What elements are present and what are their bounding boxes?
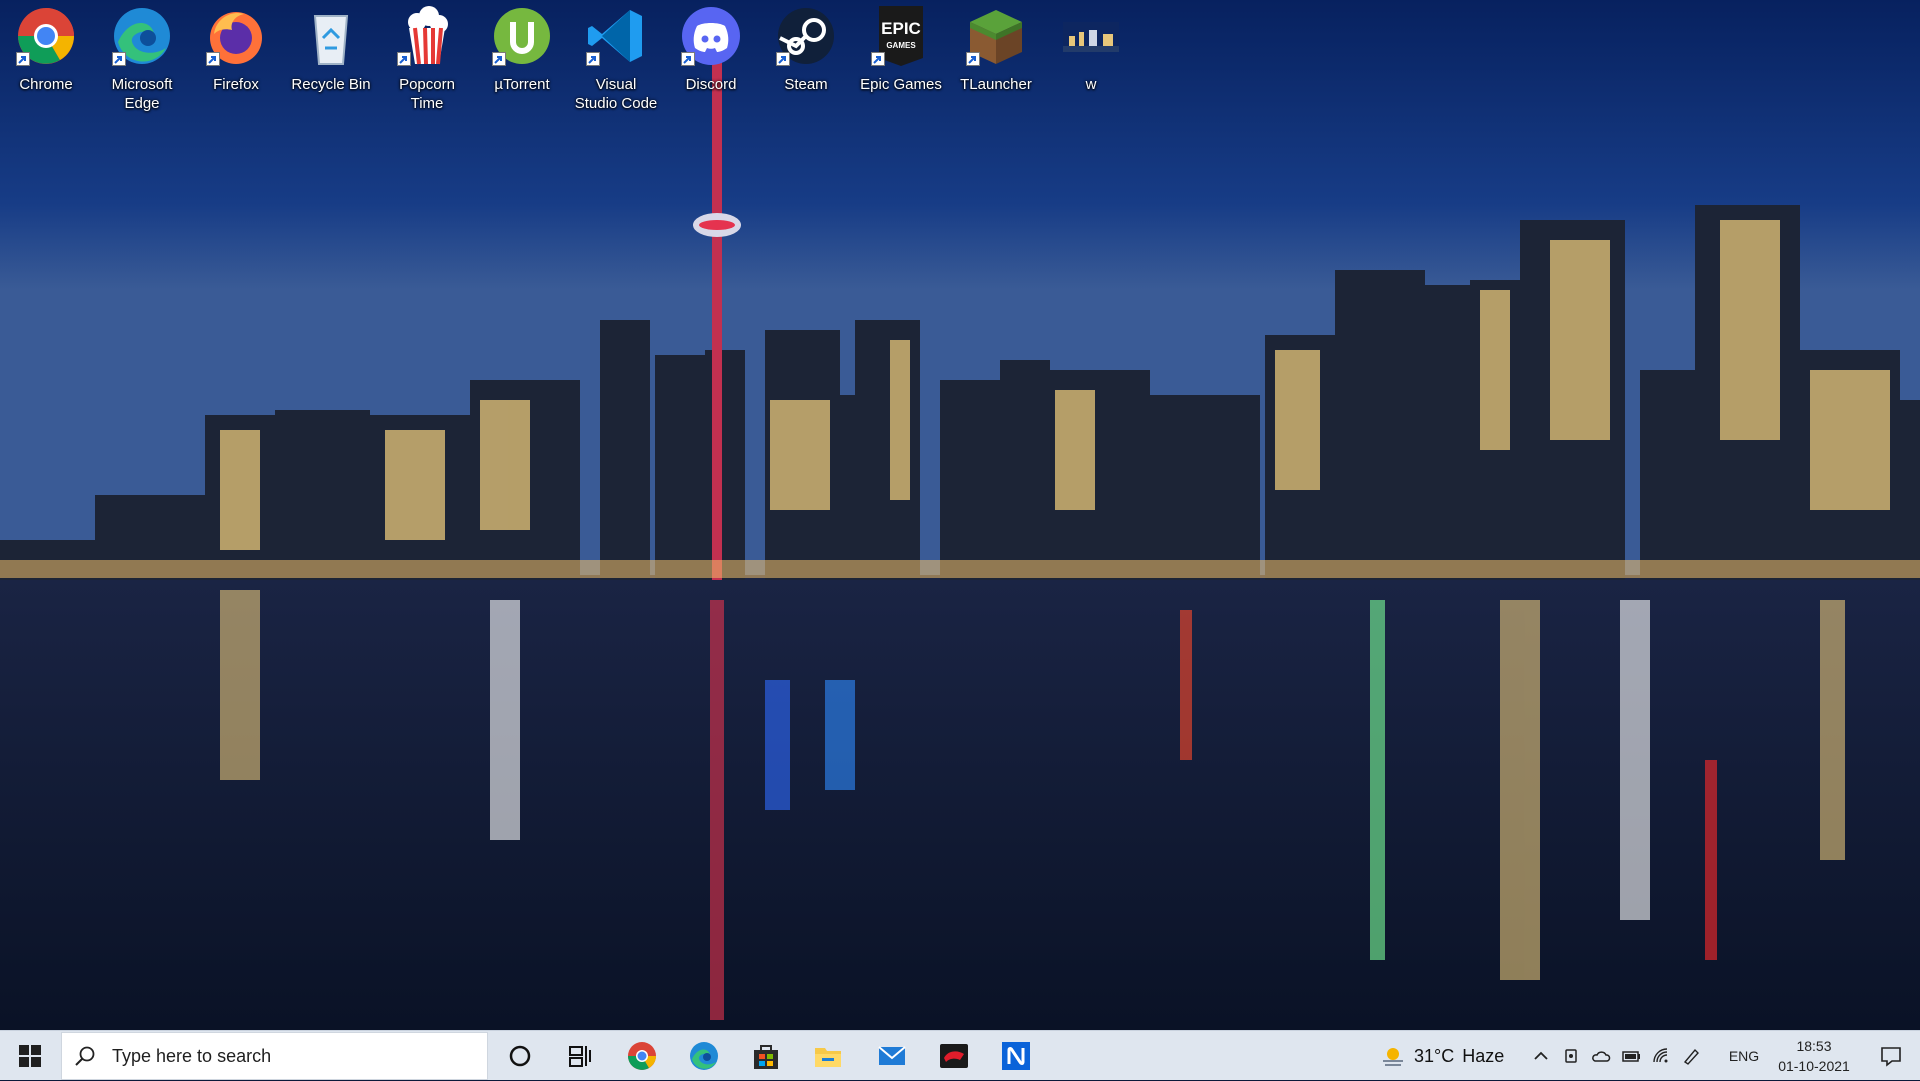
shortcut-arrow-icon — [966, 52, 980, 66]
clock-time: 18:53 — [1796, 1038, 1832, 1054]
taskbar-search-box[interactable]: Type here to search — [61, 1032, 488, 1080]
weather-temp: 31°C — [1414, 1045, 1455, 1066]
desktop-icon-label: w — [1085, 76, 1097, 93]
clock[interactable]: 18:53 01-10-2021 — [1770, 1031, 1858, 1081]
recycle-bin-icon — [313, 15, 349, 65]
desktop-icon-vscode[interactable]: Visual Studio Code — [570, 4, 662, 113]
tray-wifi-button[interactable] — [1648, 1031, 1674, 1081]
search-placeholder: Type here to search — [112, 1045, 272, 1066]
task-view-button[interactable] — [550, 1031, 610, 1081]
desktop-icon-w[interactable]: w — [1045, 4, 1137, 94]
search-icon — [74, 1045, 98, 1067]
desktop-icon-tlauncher[interactable]: TLauncher — [950, 4, 1042, 94]
shortcut-arrow-icon — [681, 52, 695, 66]
task-view-icon — [569, 1046, 591, 1067]
desktop-icon-chrome[interactable]: Chrome — [0, 4, 92, 94]
taskbar-app-blue-n[interactable] — [986, 1031, 1046, 1081]
taskbar-app-edge[interactable] — [674, 1031, 734, 1081]
onedrive-icon — [1592, 1051, 1611, 1062]
desktop-icon-label: Discord — [685, 76, 737, 93]
desktop-wallpaper — [0, 0, 1920, 1030]
device-icon — [1565, 1049, 1577, 1063]
shortcut-arrow-icon — [871, 52, 885, 66]
weather-condition: Haze — [1462, 1045, 1505, 1066]
shortcut-arrow-icon — [206, 52, 220, 66]
shortcut-arrow-icon — [112, 52, 126, 66]
tray-battery-button[interactable] — [1618, 1031, 1644, 1081]
taskbar-app-store[interactable] — [736, 1031, 796, 1081]
desktop-icon-firefox[interactable]: Firefox — [190, 4, 282, 94]
cortana-icon — [509, 1045, 531, 1067]
shortcut-arrow-icon — [397, 52, 411, 66]
weather-widget[interactable]: 31°C Haze — [1380, 1031, 1520, 1081]
language-indicator[interactable]: ENG — [1722, 1031, 1766, 1081]
wifi-icon — [1653, 1048, 1668, 1063]
battery-icon — [1622, 1051, 1640, 1062]
chevron-up-icon — [1534, 1051, 1548, 1060]
file-explorer-icon — [815, 1048, 841, 1067]
epic-logo-sub: GAMES — [886, 41, 916, 50]
windows-logo-icon — [19, 1045, 41, 1067]
tray-device-button[interactable] — [1558, 1031, 1584, 1081]
shortcut-arrow-icon — [586, 52, 600, 66]
start-button[interactable] — [0, 1031, 60, 1081]
mail-icon — [878, 1046, 906, 1065]
taskbar-app-mail[interactable] — [862, 1031, 922, 1081]
epic-logo-text: EPIC — [881, 19, 921, 38]
desktop-icon-popcorn-time[interactable]: Popcorn Time — [381, 4, 473, 113]
image-file-icon — [1063, 22, 1119, 52]
pen-icon — [1683, 1048, 1699, 1065]
desktop-icon-label: Recycle Bin — [291, 76, 371, 93]
tray-onedrive-button[interactable] — [1588, 1031, 1614, 1081]
taskbar-app-red[interactable] — [924, 1031, 984, 1081]
desktop-icon-label: Visual Studio Code — [574, 76, 658, 112]
tray-pen-button[interactable] — [1678, 1031, 1704, 1081]
shortcut-arrow-icon — [776, 52, 790, 66]
desktop-icon-label: Microsoft Edge — [111, 76, 173, 112]
action-center-button[interactable] — [1862, 1031, 1920, 1081]
desktop-icon-edge[interactable]: Microsoft Edge — [96, 4, 188, 113]
desktop-icon-epic-games[interactable]: EPIC GAMES Epic Games — [855, 4, 947, 94]
desktop-icon-label: Firefox — [213, 76, 259, 93]
shortcut-arrow-icon — [16, 52, 30, 66]
notification-icon — [1881, 1047, 1901, 1067]
desktop-icon-label: Epic Games — [860, 76, 942, 93]
taskbar: Type here to search 31°C Haze ENG 18:53 … — [0, 1030, 1920, 1080]
taskbar-app-chrome[interactable] — [612, 1031, 672, 1081]
desktop-icon-recycle-bin[interactable]: Recycle Bin — [285, 4, 377, 94]
app-red-icon — [940, 1044, 968, 1068]
clock-date: 01-10-2021 — [1778, 1058, 1850, 1074]
desktop-icon-label: µTorrent — [494, 76, 550, 93]
taskbar-app-file-explorer[interactable] — [798, 1031, 858, 1081]
app-blue-n-icon — [1002, 1042, 1030, 1070]
store-icon — [754, 1045, 778, 1069]
desktop-icon-label: Steam — [784, 76, 828, 93]
desktop-icon-label: TLauncher — [960, 76, 1032, 93]
shortcut-arrow-icon — [492, 52, 506, 66]
desktop-icon-utorrent[interactable]: µTorrent — [476, 4, 568, 94]
desktop-icon-discord[interactable]: Discord — [665, 4, 757, 94]
desktop-icon-row: Chrome Microsoft Edge Firefox Recycle Bi… — [0, 0, 1920, 120]
desktop-icon-label: Chrome — [19, 76, 73, 93]
edge-icon — [690, 1042, 718, 1070]
show-hidden-icons-button[interactable] — [1528, 1031, 1554, 1081]
chrome-icon — [628, 1042, 656, 1070]
desktop-icon-label: Popcorn Time — [399, 76, 455, 112]
desktop-icon-steam[interactable]: Steam — [760, 4, 852, 94]
haze-sun-icon — [1383, 1048, 1403, 1066]
cortana-button[interactable] — [490, 1031, 550, 1081]
